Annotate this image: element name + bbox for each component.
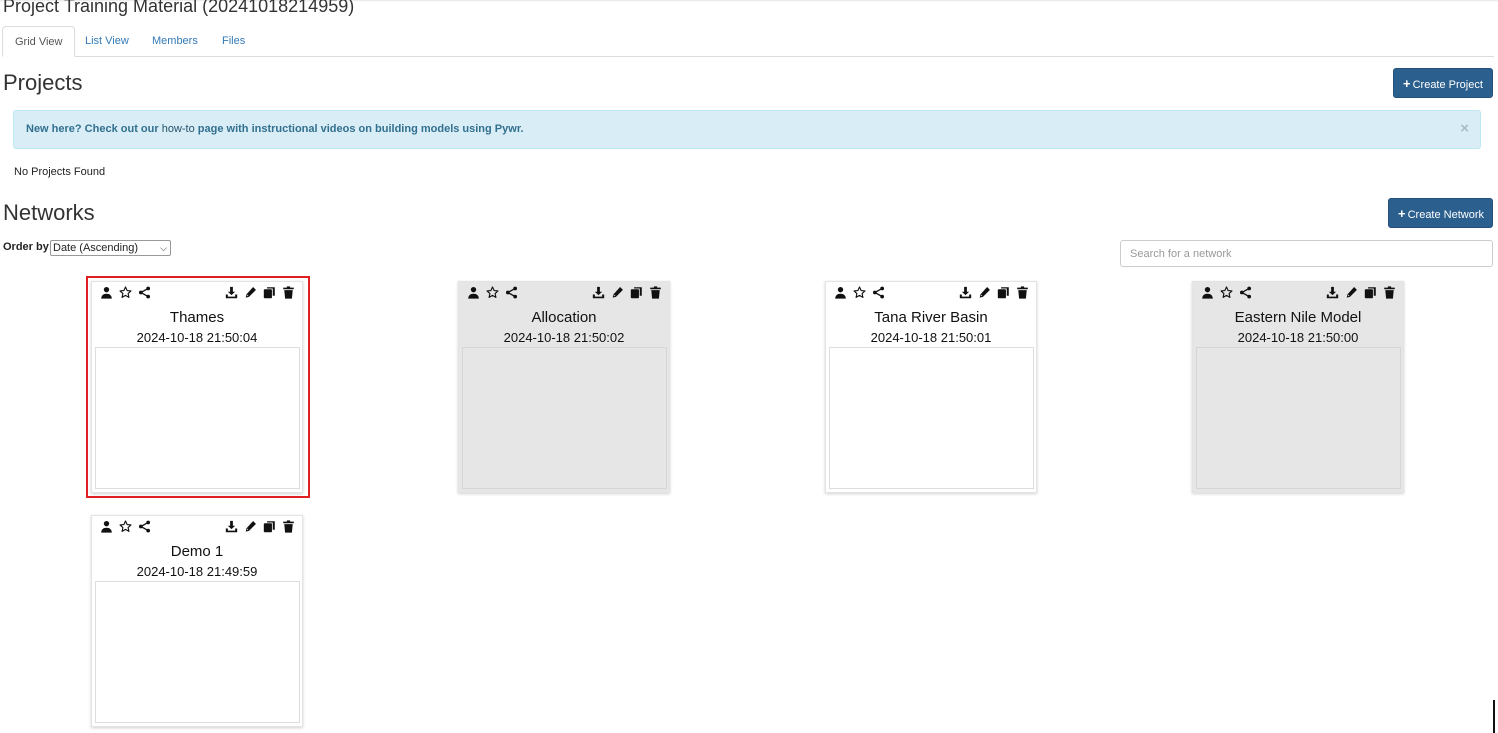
network-name[interactable]: Allocation [459, 309, 669, 326]
pencil-icon[interactable] [244, 520, 257, 533]
share-icon[interactable] [505, 286, 518, 299]
projects-heading: Projects [3, 70, 83, 95]
network-search-input[interactable] [1120, 240, 1493, 267]
selection-highlight [86, 276, 310, 498]
network-card[interactable]: Eastern Nile Model 2024-10-18 21:50:00 [1192, 281, 1404, 493]
tab-files[interactable]: Files [210, 26, 257, 56]
share-icon[interactable] [872, 286, 885, 299]
copy-icon[interactable] [630, 286, 643, 299]
star-icon[interactable] [119, 520, 132, 533]
order-by-value: Date (Ascending) [53, 242, 138, 254]
pencil-icon[interactable] [1345, 286, 1358, 299]
how-to-link[interactable]: how-to [162, 123, 195, 135]
network-name[interactable]: Tana River Basin [826, 309, 1036, 326]
alert-prefix: New here? Check out our [26, 123, 162, 135]
tab-members[interactable]: Members [140, 26, 210, 56]
plus-icon: + [1398, 206, 1406, 221]
tab-list-view[interactable]: List View [73, 26, 141, 56]
alert-suffix: page with instructional videos on buildi… [194, 123, 524, 135]
copy-icon[interactable] [263, 520, 276, 533]
network-date: 2024-10-18 21:50:02 [503, 330, 625, 345]
network-card[interactable]: Tana River Basin 2024-10-18 21:50:01 [825, 281, 1037, 493]
network-date: 2024-10-18 21:50:01 [870, 330, 992, 345]
copy-icon[interactable] [1364, 286, 1377, 299]
star-icon[interactable] [853, 286, 866, 299]
no-projects-text: No Projects Found [14, 166, 106, 178]
card-toolbar [826, 286, 1036, 302]
create-network-button[interactable]: + Create Network [1388, 198, 1493, 228]
user-icon[interactable] [1201, 286, 1214, 299]
share-icon[interactable] [1239, 286, 1252, 299]
pencil-icon[interactable] [611, 286, 624, 299]
page-title: Project Training Material (2024101821495… [3, 0, 355, 16]
download-icon[interactable] [225, 520, 238, 533]
trash-icon[interactable] [649, 286, 662, 299]
download-icon[interactable] [959, 286, 972, 299]
tab-grid-view[interactable]: Grid View [2, 26, 76, 57]
card-toolbar [1193, 286, 1403, 302]
order-by-select[interactable]: Date (Ascending) ⌵ [50, 240, 171, 256]
card-toolbar [92, 520, 302, 536]
trash-icon[interactable] [1383, 286, 1396, 299]
plus-icon: + [1403, 76, 1411, 91]
create-project-button[interactable]: + Create Project [1393, 68, 1493, 98]
network-card[interactable]: Allocation 2024-10-18 21:50:02 [458, 281, 670, 493]
pencil-icon[interactable] [978, 286, 991, 299]
copy-icon[interactable] [997, 286, 1010, 299]
close-icon[interactable]: × [1460, 120, 1469, 137]
network-thumbnail[interactable] [462, 347, 667, 489]
network-name[interactable]: Eastern Nile Model [1193, 309, 1403, 326]
share-icon[interactable] [138, 520, 151, 533]
trash-icon[interactable] [1016, 286, 1029, 299]
user-icon[interactable] [834, 286, 847, 299]
create-project-label: Create Project [1412, 79, 1483, 91]
network-thumbnail[interactable] [1196, 347, 1401, 489]
tab-bar: Grid View List View Members Files [2, 26, 1494, 57]
network-card[interactable]: Demo 1 2024-10-18 21:49:59 [91, 515, 303, 727]
text-cursor [1493, 700, 1495, 733]
star-icon[interactable] [1220, 286, 1233, 299]
network-date: 2024-10-18 21:50:00 [1237, 330, 1359, 345]
download-icon[interactable] [1326, 286, 1339, 299]
network-name[interactable]: Demo 1 [92, 543, 302, 560]
user-icon[interactable] [467, 286, 480, 299]
trash-icon[interactable] [282, 520, 295, 533]
network-thumbnail[interactable] [829, 347, 1034, 489]
info-alert: New here? Check out our how-to page with… [13, 110, 1481, 149]
network-date: 2024-10-18 21:49:59 [136, 564, 258, 579]
download-icon[interactable] [592, 286, 605, 299]
create-network-label: Create Network [1407, 209, 1485, 221]
card-toolbar [459, 286, 669, 302]
user-icon[interactable] [100, 520, 113, 533]
network-thumbnail[interactable] [95, 581, 300, 723]
chevron-down-icon: ⌵ [160, 243, 167, 253]
star-icon[interactable] [486, 286, 499, 299]
networks-heading: Networks [3, 200, 95, 225]
order-by-label: Order by: [3, 241, 53, 253]
